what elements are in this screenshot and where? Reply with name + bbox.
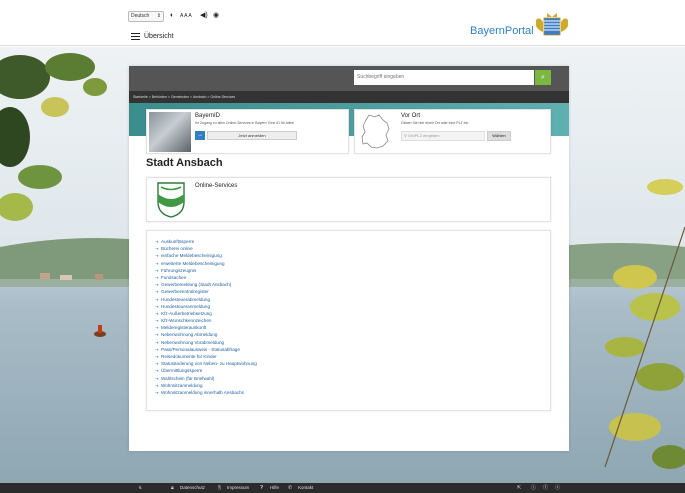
vorort-title: Vor Ort <box>401 113 421 119</box>
breadcrumb[interactable]: Startseite > Behörden > Gemeinden > Ansb… <box>129 91 569 103</box>
paragraph-icon: § <box>218 485 221 491</box>
foliage-left <box>0 53 107 221</box>
service-link[interactable]: ⇥ Nebenwohnung Abmeldung <box>155 331 257 338</box>
main-content-panel: ⌕ Startseite > Behörden > Gemeinden > An… <box>129 66 569 451</box>
search-bar: ⌕ <box>129 66 569 91</box>
service-link[interactable]: ⇥ Wohnsitzanmeldung <box>155 382 257 389</box>
login-arrow-button[interactable]: → <box>195 131 205 140</box>
service-link[interactable]: ⇥ Reisedokumente für Kinder <box>155 353 257 360</box>
speaker-icon[interactable]: ◀) <box>200 11 208 21</box>
choose-button[interactable]: Wählen <box>487 131 511 141</box>
foliage-right <box>604 179 685 469</box>
brand-name[interactable]: BayernPortal <box>470 25 534 37</box>
service-link[interactable]: ⇥ Hundesteuerabmeldung <box>155 296 257 303</box>
online-services-card: Online-Services <box>146 177 551 222</box>
services-list-card: ⇥ Auskunftssperre ⇥ Bücherei online ⇥ einfa… <box>146 230 551 411</box>
eye-icon[interactable]: ◉ <box>213 11 219 21</box>
service-link[interactable]: ⇥ Führungszeugnis <box>155 267 257 274</box>
service-link[interactable]: ⇥ Statusänderung von Neben- zu Hauptwohnu… <box>155 360 257 367</box>
service-link[interactable]: ⇥ Wahlschein (für Briefwahl) <box>155 375 257 382</box>
service-link[interactable]: ⇥ erweiterte Meldebescheinigung <box>155 260 257 267</box>
vorort-card: Vor Ort Geben Sie hier einen Ort oder ei… <box>354 109 551 154</box>
service-link[interactable]: ⇥ Fundsachen <box>155 274 257 281</box>
bayernid-title: BayernID <box>195 113 221 119</box>
service-link[interactable]: ⇥ Kfz-Außerbetriebsetzung <box>155 310 257 317</box>
footer-crest-icon: ♞ <box>138 485 143 491</box>
services-list: ⇥ Auskunftssperre ⇥ Bücherei online ⇥ einfa… <box>155 238 257 396</box>
bayernid-card: BayernID Ihr Zugang zu allen Online-Serv… <box>146 109 349 154</box>
search-input[interactable] <box>354 70 534 85</box>
footer-link-kontakt[interactable]: Kontakt <box>298 483 313 493</box>
menu-label: Übersicht <box>144 33 174 40</box>
top-header: Deutsch ⇕ ◐ A A A ◀) ◉ Übersicht BayernP… <box>0 0 685 46</box>
service-link[interactable]: ⇥ einfache Meldebescheinigung <box>155 252 257 259</box>
bavaria-map-icon <box>361 114 390 149</box>
language-select-value: Deutsch <box>131 13 150 19</box>
lock-icon: 🔒︎ <box>171 485 174 491</box>
contrast-icon[interactable]: ◐ <box>170 11 174 21</box>
location-input-placeholder: Ort/PLZ eingeben <box>408 133 440 138</box>
footer-link-hilfe[interactable]: Hilfe <box>270 483 279 493</box>
share-icon[interactable]: ⇱ <box>517 483 521 493</box>
service-link[interactable]: ⇥ Gewerbezentralregister <box>155 288 257 295</box>
search-icon: ⌕ <box>541 74 545 81</box>
footer-link-datenschutz[interactable]: Datenschutz <box>180 483 205 493</box>
service-link[interactable]: ⇥ Pass/Personalausweis - Statusabfrage <box>155 346 257 353</box>
location-input[interactable]: ⚲ Ort/PLZ eingeben <box>401 131 485 141</box>
help-icon: ❓︎ <box>260 485 264 491</box>
font-size-control[interactable]: A A A <box>180 11 192 21</box>
hamburger-icon <box>131 33 140 40</box>
arrow-right-icon: → <box>197 132 203 138</box>
bayernid-photo <box>149 112 191 152</box>
contact-icon: ✆ <box>288 485 293 491</box>
service-link[interactable]: ⇥ Übermittlungssperre <box>155 367 257 374</box>
service-link[interactable]: ⇥ Auskunftssperre <box>155 238 257 245</box>
chevron-down-icon: ⇕ <box>156 13 161 19</box>
service-link[interactable]: ⇥ Hundesteueranmeldung <box>155 303 257 310</box>
twitter-icon[interactable]: ⓣ <box>555 483 560 493</box>
service-link[interactable]: ⇥ Bücherei online <box>155 245 257 252</box>
page-title: Stadt Ansbach <box>146 157 223 169</box>
footer-bar: ♞ 🔒︎ Datenschutz § Impressum ❓︎ Hilfe ✆ … <box>0 483 685 493</box>
service-link[interactable]: ⇥ Gewerbemeldung (Stadt Ansbach) <box>155 281 257 288</box>
login-button[interactable]: Jetzt anmelden <box>207 131 297 140</box>
facebook-icon[interactable]: ⓕ <box>543 483 548 493</box>
service-link[interactable]: ⇥ Kfz-Wunschkennzeichen <box>155 317 257 324</box>
ansbach-coat-of-arms-logo <box>157 182 185 218</box>
service-link[interactable]: ⇥ Wohnsitzanmeldung innerhalb Ansbachs <box>155 389 257 396</box>
footer-link-impressum[interactable]: Impressum <box>227 483 249 493</box>
bayernid-text: Ihr Zugang zu allen Online-Services in B… <box>195 121 295 125</box>
language-select[interactable]: Deutsch ⇕ <box>128 11 164 22</box>
search-button[interactable]: ⌕ <box>535 70 551 85</box>
vorort-text: Geben Sie hier einen Ort oder eine PLZ e… <box>401 121 470 125</box>
service-link[interactable]: ⇥ Nebenwohnung Vorabmeldung <box>155 339 257 346</box>
info-icon[interactable]: ⓘ <box>531 483 536 493</box>
bavaria-crest-logo[interactable] <box>535 12 569 36</box>
menu-button[interactable]: Übersicht <box>131 33 174 40</box>
service-link[interactable]: ⇥ Melderegisterauskunft <box>155 324 257 331</box>
online-services-label: Online-Services <box>195 183 238 189</box>
